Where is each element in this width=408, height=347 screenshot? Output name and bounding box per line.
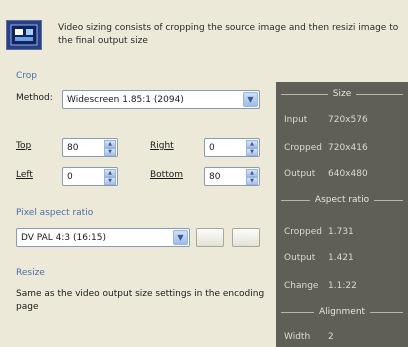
spin-up-icon[interactable]: ▲ xyxy=(104,169,116,177)
aspect-cropped-row: Cropped 1.731 xyxy=(284,227,404,241)
change-value: 1.1:22 xyxy=(328,281,357,291)
spin-up-icon[interactable]: ▲ xyxy=(104,140,116,148)
pixel-aspect-select[interactable]: DV PAL 4:3 (16:15) ▼ xyxy=(16,228,190,247)
chevron-down-icon[interactable]: ▼ xyxy=(243,92,258,107)
cropped-row: Cropped 720x416 xyxy=(284,143,404,157)
right-label: Right xyxy=(150,141,174,151)
spin-up-icon[interactable]: ▲ xyxy=(246,140,258,148)
bottom-label: Bottom xyxy=(150,170,184,180)
change-row: Change 1.1:22 xyxy=(284,281,404,295)
aspect-ratio-heading: Aspect ratio xyxy=(276,194,408,206)
crop-group-label: Crop xyxy=(16,71,38,81)
aspect-cropped-value: 1.731 xyxy=(328,227,354,237)
input-row: Input 720x576 xyxy=(284,115,404,129)
video-sizing-icon xyxy=(6,20,42,50)
aspect-output-row: Output 1.421 xyxy=(284,253,404,267)
resize-note: Same as the video output size settings i… xyxy=(16,289,265,312)
spin-down-icon[interactable]: ▼ xyxy=(246,148,258,156)
pixel-aspect-value: DV PAL 4:3 (16:15) xyxy=(21,232,106,243)
top-spinner[interactable]: 80 ▲ ▼ xyxy=(62,138,118,157)
input-value: 720x576 xyxy=(328,115,368,125)
header-description: Video sizing consists of cropping the so… xyxy=(58,23,399,46)
output-label: Output xyxy=(284,169,316,179)
spin-down-icon[interactable]: ▼ xyxy=(104,148,116,156)
pixel-aspect-button-1[interactable] xyxy=(196,228,224,247)
width-label: Width xyxy=(284,332,311,342)
bottom-spinner[interactable]: 80 ▲ ▼ xyxy=(204,167,260,186)
method-select-value: Widescreen 1.85:1 (2094) xyxy=(67,94,184,105)
cropped-label: Cropped xyxy=(284,143,322,153)
change-label: Change xyxy=(284,281,319,291)
top-value: 80 xyxy=(67,142,79,153)
output-row: Output 640x480 xyxy=(284,169,404,183)
info-panel: Size Input 720x576 Cropped 720x416 Outpu… xyxy=(276,82,408,347)
pixel-aspect-group-label: Pixel aspect ratio xyxy=(16,208,94,218)
method-select[interactable]: Widescreen 1.85:1 (2094) ▼ xyxy=(62,90,260,109)
right-spinner[interactable]: 0 ▲ ▼ xyxy=(204,138,260,157)
left-value: 0 xyxy=(67,171,73,182)
pixel-aspect-button-2[interactable] xyxy=(232,228,260,247)
aspect-cropped-label: Cropped xyxy=(284,227,322,237)
right-value: 0 xyxy=(209,142,215,153)
aspect-output-value: 1.421 xyxy=(328,253,354,263)
top-label: Top xyxy=(16,141,32,151)
bottom-value: 80 xyxy=(209,171,221,182)
width-row: Width 2 xyxy=(284,332,404,346)
left-label: Left xyxy=(16,170,33,180)
spin-up-icon[interactable]: ▲ xyxy=(246,169,258,177)
chevron-down-icon[interactable]: ▼ xyxy=(173,230,188,245)
output-value: 640x480 xyxy=(328,169,368,179)
cropped-value: 720x416 xyxy=(328,143,368,153)
spin-down-icon[interactable]: ▼ xyxy=(104,177,116,185)
width-value: 2 xyxy=(328,332,334,342)
size-heading: Size xyxy=(276,88,408,100)
resize-group-label: Resize xyxy=(16,268,45,278)
alignment-heading: Alignment xyxy=(276,306,408,318)
aspect-output-label: Output xyxy=(284,253,316,263)
input-label: Input xyxy=(284,115,308,125)
spin-down-icon[interactable]: ▼ xyxy=(246,177,258,185)
method-label: Method: xyxy=(16,93,53,103)
left-spinner[interactable]: 0 ▲ ▼ xyxy=(62,167,118,186)
